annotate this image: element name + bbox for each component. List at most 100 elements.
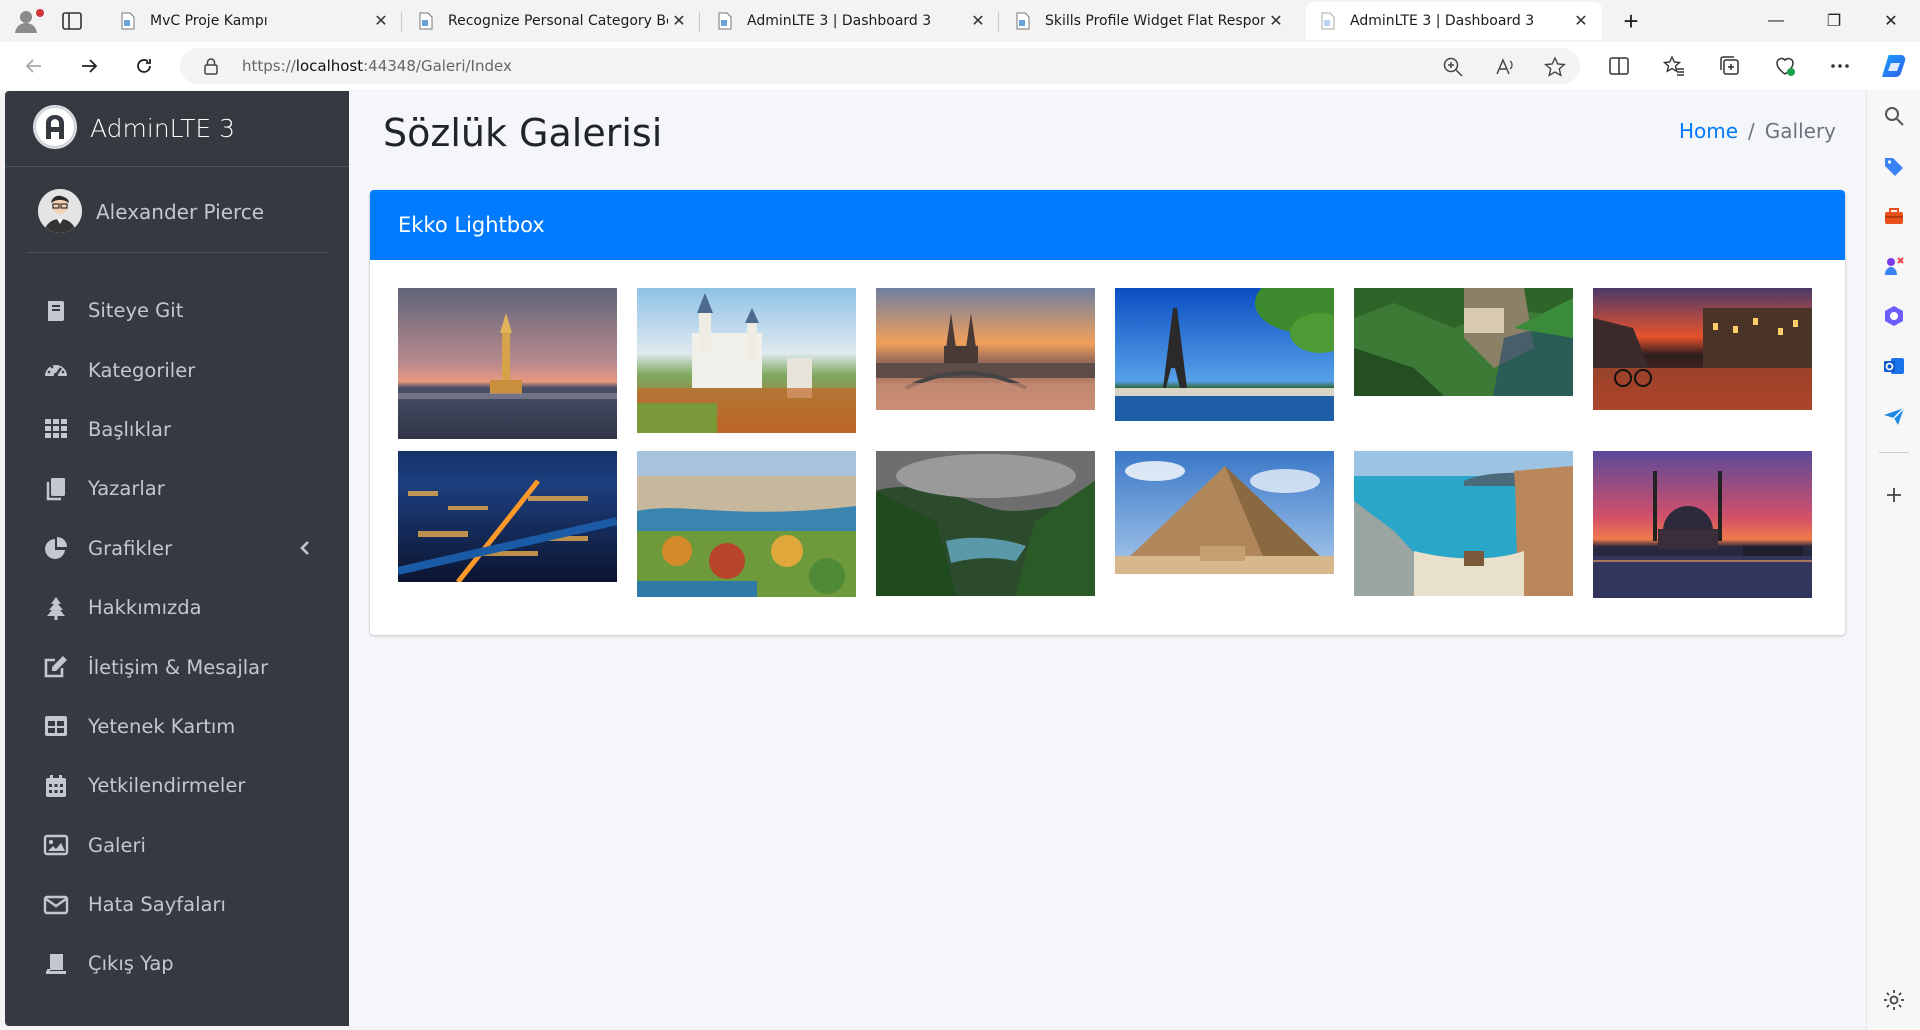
- forward-icon[interactable]: [73, 50, 105, 82]
- brand-link[interactable]: AdminLTE 3: [5, 91, 349, 167]
- gallery-image-pyramid[interactable]: [1115, 451, 1334, 574]
- close-window-button[interactable]: ✕: [1862, 0, 1920, 42]
- close-tab-icon[interactable]: ✕: [967, 10, 989, 32]
- close-tab-icon[interactable]: ✕: [668, 10, 690, 32]
- new-tab-button[interactable]: +: [1616, 6, 1646, 36]
- user-name[interactable]: Alexander Pierce: [96, 200, 264, 224]
- table-icon: [43, 713, 69, 739]
- browser-tab[interactable]: Skills Profile Widget Flat Respons... ✕: [1001, 2, 1297, 40]
- notification-dot: [36, 9, 44, 17]
- collections-icon[interactable]: [1718, 54, 1742, 78]
- sidebar-item-hakkimizda[interactable]: Hakkımızda: [20, 578, 335, 637]
- breadcrumb-home-link[interactable]: Home: [1679, 119, 1738, 143]
- microsoft365-icon[interactable]: [1882, 304, 1906, 328]
- breadcrumb-current: Gallery: [1764, 119, 1836, 143]
- favorites-icon[interactable]: [1662, 54, 1686, 78]
- restore-button[interactable]: ❐: [1805, 0, 1863, 42]
- tools-icon[interactable]: [1882, 204, 1906, 228]
- tab-separator: [998, 12, 999, 32]
- settings-gear-icon[interactable]: [1882, 988, 1906, 1012]
- sidebar-item-yazarlar[interactable]: Yazarlar: [20, 459, 335, 518]
- browser-tab[interactable]: MvC Proje Kampı ✕: [106, 2, 402, 40]
- tab-title: Recognize Personal Category Bo...: [448, 13, 668, 29]
- page-title: Sözlük Galerisi: [383, 111, 663, 155]
- browser-tab-active[interactable]: AdminLTE 3 | Dashboard 3 ✕: [1306, 2, 1602, 40]
- page-icon: [1015, 12, 1031, 30]
- minimize-button[interactable]: —: [1747, 0, 1805, 42]
- refresh-icon[interactable]: [128, 50, 160, 82]
- close-tab-icon[interactable]: ✕: [1570, 10, 1592, 32]
- gallery-image-cologne[interactable]: [876, 288, 1095, 410]
- back-icon[interactable]: [18, 50, 50, 82]
- games-icon[interactable]: [1882, 254, 1906, 278]
- sidebar-item-label: Kategoriler: [88, 358, 196, 382]
- sidebar-item-kategoriler[interactable]: Kategoriler: [20, 340, 335, 399]
- gallery-image-city-night[interactable]: [398, 451, 617, 582]
- sidebar-item-cikis-yap[interactable]: Çıkış Yap: [20, 934, 335, 993]
- sidebar-item-label: Hata Sayfaları: [88, 893, 226, 917]
- tab-separator: [699, 12, 700, 32]
- browser-tab[interactable]: AdminLTE 3 | Dashboard 3 ✕: [703, 2, 999, 40]
- sidebar-item-hata-sayfalari[interactable]: Hata Sayfaları: [20, 875, 335, 934]
- send-icon[interactable]: [1882, 404, 1906, 428]
- lock-icon[interactable]: [202, 57, 220, 75]
- user-panel[interactable]: Alexander Pierce: [27, 167, 327, 253]
- sidebar-item-yetenek-kartim[interactable]: Yetenek Kartım: [20, 697, 335, 756]
- browser-tab[interactable]: Recognize Personal Category Bo... ✕: [404, 2, 700, 40]
- gallery-image-stockholm[interactable]: [637, 451, 856, 597]
- page-icon: [1320, 12, 1336, 30]
- favorite-star-icon[interactable]: [1543, 56, 1567, 78]
- chart-pie-icon: [43, 535, 69, 561]
- gallery-image-ortakoy-mosque[interactable]: [1593, 451, 1812, 598]
- tab-title: AdminLTE 3 | Dashboard 3: [747, 13, 932, 29]
- sidebar-item-siteye-git[interactable]: Siteye Git: [20, 281, 335, 340]
- edge-sidebar: [1866, 90, 1920, 1030]
- tab-title: Skills Profile Widget Flat Respons...: [1045, 13, 1265, 29]
- avatar: [38, 189, 82, 233]
- browser-essentials-icon[interactable]: [1773, 54, 1797, 78]
- sidebar-item-basliklar[interactable]: Başlıklar: [20, 400, 335, 459]
- more-icon[interactable]: [1828, 54, 1852, 78]
- sidebar-item-label: Yetenek Kartım: [88, 714, 236, 738]
- card-title: Ekko Lightbox: [370, 190, 1845, 260]
- gallery-image-amsterdam[interactable]: [1593, 288, 1812, 410]
- outlook-icon[interactable]: [1882, 354, 1906, 378]
- sidebar-item-label: Galeri: [88, 833, 146, 857]
- gallery-image-neuschwanstein[interactable]: [637, 288, 856, 433]
- image-icon: [43, 832, 69, 858]
- url-scheme: https://: [242, 57, 296, 75]
- book-icon: [43, 298, 69, 324]
- tab-actions-icon[interactable]: [60, 9, 84, 33]
- gallery-image-beach-cliff[interactable]: [1354, 451, 1573, 596]
- th-icon: [43, 416, 69, 442]
- zoom-icon[interactable]: [1442, 56, 1464, 78]
- split-screen-icon[interactable]: [1607, 54, 1631, 78]
- copy-icon: [43, 476, 69, 502]
- url-text[interactable]: https://localhost:44348/Galeri/Index: [242, 57, 512, 75]
- brand-text: AdminLTE 3: [90, 114, 236, 143]
- user-icon: [43, 951, 69, 977]
- shopping-tag-icon[interactable]: [1882, 154, 1906, 178]
- search-icon[interactable]: [1882, 104, 1906, 128]
- breadcrumb: Home / Gallery: [1679, 119, 1836, 143]
- sidebar-item-iletisim[interactable]: İletişim & Mesajlar: [20, 637, 335, 696]
- add-icon[interactable]: [1882, 483, 1906, 507]
- sidebar-item-galeri[interactable]: Galeri: [20, 816, 335, 875]
- address-bar[interactable]: https://localhost:44348/Galeri/Index: [180, 48, 1580, 84]
- gallery-image-maidens-tower[interactable]: [398, 288, 617, 439]
- breadcrumb-separator: /: [1748, 119, 1755, 143]
- sidebar-item-grafikler[interactable]: Grafikler: [20, 519, 335, 578]
- main-sidebar: AdminLTE 3 Alexander Pierce Siteye Git K…: [5, 91, 349, 1026]
- sidebar-item-yetkilendirmeler[interactable]: Yetkilendirmeler: [20, 756, 335, 815]
- close-tab-icon[interactable]: ✕: [370, 10, 392, 32]
- copilot-icon[interactable]: [1880, 51, 1910, 81]
- sidebar-item-label: Çıkış Yap: [88, 952, 174, 976]
- chevron-left-icon[interactable]: [297, 539, 313, 557]
- read-aloud-icon[interactable]: [1494, 56, 1516, 78]
- gallery-image-eiffel[interactable]: [1115, 288, 1334, 421]
- gallery-image-sumela[interactable]: [1354, 288, 1573, 396]
- close-tab-icon[interactable]: ✕: [1265, 10, 1287, 32]
- profile-icon[interactable]: [12, 7, 44, 35]
- page-icon: [120, 12, 136, 30]
- gallery-image-mountain-lake[interactable]: [876, 451, 1095, 596]
